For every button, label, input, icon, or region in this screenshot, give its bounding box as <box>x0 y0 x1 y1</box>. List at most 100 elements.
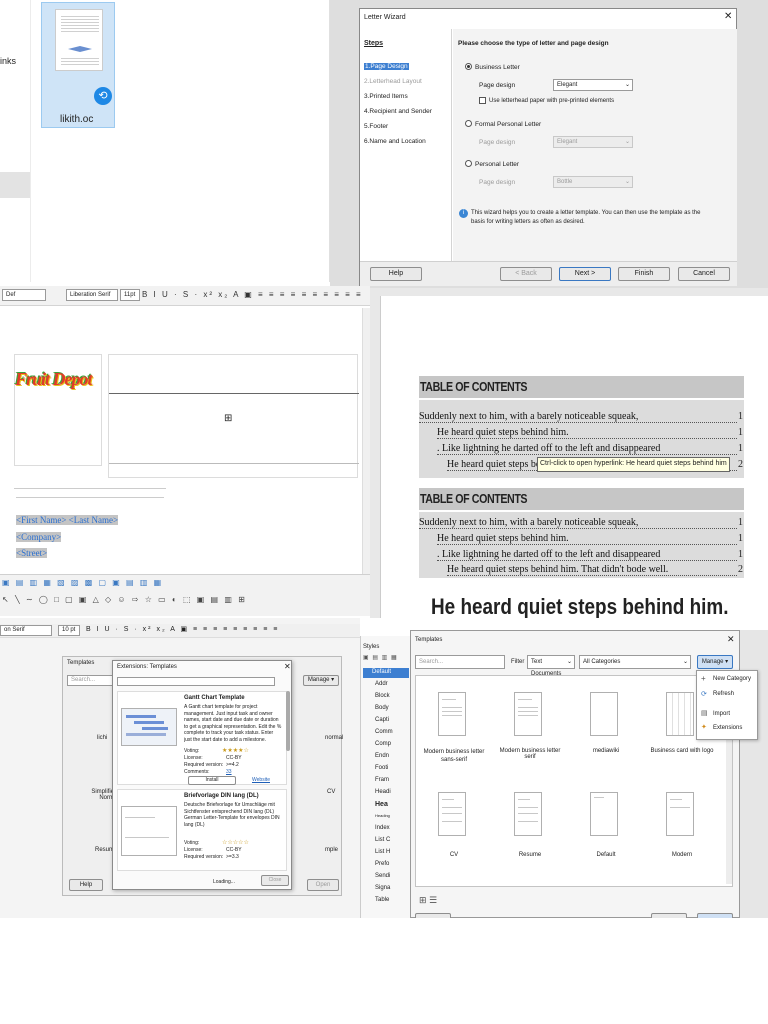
style-item[interactable]: Capti <box>375 717 389 723</box>
help-button[interactable]: Help <box>370 267 422 281</box>
format-buttons[interactable]: B I U · S · x² x₂ A ▣ ≡ ≡ ≡ ≡ ≡ ≡ ≡ ≡ ≡ <box>86 625 358 636</box>
template-thumb-modern-sans[interactable] <box>438 692 466 736</box>
style-item[interactable]: Index <box>375 825 390 831</box>
style-item[interactable]: Signa <box>375 885 390 891</box>
bottom-open-button[interactable] <box>697 913 733 918</box>
manage-button[interactable]: Manage ▾ <box>303 675 339 686</box>
step-name-location[interactable]: 6.Name and Location <box>364 138 426 145</box>
style-item[interactable]: Comm <box>375 729 393 735</box>
style-item[interactable]: Headi <box>375 789 391 795</box>
menu-refresh[interactable]: Refresh <box>713 691 734 697</box>
personal-design-select[interactable]: Bottle ⌄ <box>553 176 633 188</box>
style-item[interactable]: Heading <box>375 813 390 818</box>
step-page-design[interactable]: 1.Page Design <box>364 63 409 70</box>
close-icon[interactable]: ✕ <box>724 11 732 22</box>
manage-button[interactable]: Manage ▾ <box>697 655 733 669</box>
toc-entry[interactable]: . Like lightning he darted off to the le… <box>437 443 737 455</box>
menu-import[interactable]: Import <box>713 711 730 717</box>
close-button[interactable]: Close <box>261 875 289 886</box>
menu-new-category[interactable]: New Category <box>713 676 751 682</box>
style-item[interactable]: Prefo <box>375 861 389 867</box>
toc-entry[interactable]: He heard quiet steps behind him. <box>437 533 737 545</box>
toc-entry[interactable]: Suddenly next to him, with a barely noti… <box>419 411 737 423</box>
business-letter-radio[interactable] <box>465 63 472 70</box>
style-item[interactable]: List C <box>375 837 390 843</box>
style-item[interactable]: Hea <box>375 801 388 808</box>
font-name-select[interactable]: on Serif <box>0 625 52 636</box>
format-buttons[interactable]: B I U · S · x² x₂ A ▣ ≡ ≡ ≡ ≡ ≡ ≡ ≡ ≡ ≡ … <box>142 290 368 302</box>
step-footer[interactable]: 5.Footer <box>364 123 388 130</box>
scroll-bar[interactable] <box>362 308 370 578</box>
style-item[interactable]: Fram <box>375 777 389 783</box>
style-item[interactable]: Block <box>375 693 390 699</box>
font-name-select[interactable]: Liberation Serif <box>66 289 118 301</box>
extension-item-1[interactable]: Gantt Chart Template A Gantt chart templ… <box>117 691 287 785</box>
close-icon[interactable]: ✕ <box>727 634 735 645</box>
toc-entry[interactable]: Suddenly next to him, with a barely noti… <box>419 517 737 529</box>
style-item[interactable]: Comp <box>375 741 391 747</box>
step-printed-items[interactable]: 3.Printed Items <box>364 93 408 100</box>
style-item[interactable]: Sendi <box>375 873 390 879</box>
field-name[interactable]: <First Name> <Last Name> <box>16 515 119 525</box>
step-recipient-sender[interactable]: 4.Recipient and Sender <box>364 108 432 115</box>
template-thumb-modern-serif[interactable] <box>514 692 542 736</box>
template-thumb-business-card[interactable] <box>666 692 694 736</box>
toc-entry[interactable]: . Like lightning he darted off to the le… <box>437 549 737 561</box>
style-item[interactable]: List H <box>375 849 390 855</box>
cancel-button[interactable]: Cancel <box>678 267 730 281</box>
category-select[interactable]: All Categories ⌄ <box>579 655 691 669</box>
style-item[interactable]: Body <box>375 705 389 711</box>
templates-dialog: Templates ✕ Search... Filter Text Docume… <box>410 630 740 918</box>
styles-toolbar[interactable]: ▣ ▤ ▥ ▦ <box>363 654 407 664</box>
personal-letter-radio[interactable] <box>465 160 472 167</box>
formal-letter-radio[interactable] <box>465 120 472 127</box>
website-link[interactable]: Website <box>252 777 270 783</box>
back-button[interactable]: < Back <box>500 267 552 281</box>
extensions-search[interactable] <box>117 677 275 686</box>
step-letterhead-layout[interactable]: 2.Letterhead Layout <box>364 78 422 85</box>
style-item[interactable]: Endn <box>375 753 389 759</box>
field-company[interactable]: <Company> <box>16 532 62 542</box>
toc-entry[interactable]: He heard quiet steps behind him. That di… <box>447 564 737 576</box>
toc-entry[interactable]: He heard quiet steps behind him. <box>437 427 737 439</box>
formal-design-select[interactable]: Elegant ⌄ <box>553 136 633 148</box>
writer-document-panel: Def Liberation Serif 11pt B I U · S · x²… <box>0 286 370 616</box>
filter-select[interactable]: Text Documents ⌄ <box>527 655 575 677</box>
letterhead-checkbox[interactable] <box>479 97 486 104</box>
finish-button[interactable]: Finish <box>618 267 670 281</box>
template-thumb-resume[interactable] <box>514 792 542 836</box>
next-button[interactable]: Next > <box>559 267 611 281</box>
template-thumb-mediawiki[interactable] <box>590 692 618 736</box>
install-button[interactable]: Install <box>188 776 236 785</box>
style-item-default[interactable]: Default <box>363 668 409 678</box>
template-thumb-cv[interactable] <box>438 792 466 836</box>
template-thumb-default[interactable] <box>590 792 618 836</box>
style-item[interactable]: Footi <box>375 765 388 771</box>
close-icon[interactable]: ✕ <box>284 662 291 671</box>
templates-search-input[interactable]: Search... <box>415 655 505 669</box>
style-item[interactable]: Addr <box>375 681 388 687</box>
font-size-select[interactable]: 10 pt <box>58 625 80 636</box>
personal-page-design-label: Page design <box>479 179 516 186</box>
templates-search[interactable]: Search... <box>67 675 113 686</box>
extension-item-2[interactable]: Briefvorlage DIN lang (DL) Deutsche Brie… <box>117 789 287 871</box>
font-size-select[interactable]: 11pt <box>120 289 140 301</box>
comments-link[interactable]: 33 <box>226 769 232 775</box>
template-thumb-modern[interactable] <box>666 792 694 836</box>
drawing-toolbar-1[interactable]: ▣ ▤ ▥ ▦ ▧ ▨ ▩ ▢ ▣ ▤ ▥ ▦ ▧ <box>2 578 162 590</box>
drawing-toolbar-2[interactable]: ↖ ╲ ∼ ◯ □ ▢ ▣ △ ◇ ☺ ⇨ ☆ ▭ ◐ ⬚ ▣ ▤ ▥ ⊞ <box>2 595 270 607</box>
paragraph-style-select[interactable]: Def <box>2 289 46 301</box>
sidebar-selected-row[interactable] <box>0 172 30 198</box>
field-street[interactable]: <Street> <box>16 548 48 558</box>
help-button[interactable]: Help <box>69 879 103 891</box>
bottom-left-button[interactable] <box>415 913 451 918</box>
file-tile[interactable]: ⟲ likith.oc <box>41 2 115 128</box>
menu-extensions[interactable]: Extensions <box>713 725 742 731</box>
view-toggle-icon[interactable]: ⊞ ☰ <box>419 895 437 906</box>
toc-block-1: Suddenly next to him, with a barely noti… <box>419 400 744 478</box>
open-button[interactable]: Open <box>307 879 339 891</box>
style-item[interactable]: Table <box>375 897 389 903</box>
business-design-select[interactable]: Elegant ⌄ <box>553 79 633 91</box>
bottom-right-button[interactable] <box>651 913 687 918</box>
extensions-scrollbar[interactable] <box>286 691 290 751</box>
